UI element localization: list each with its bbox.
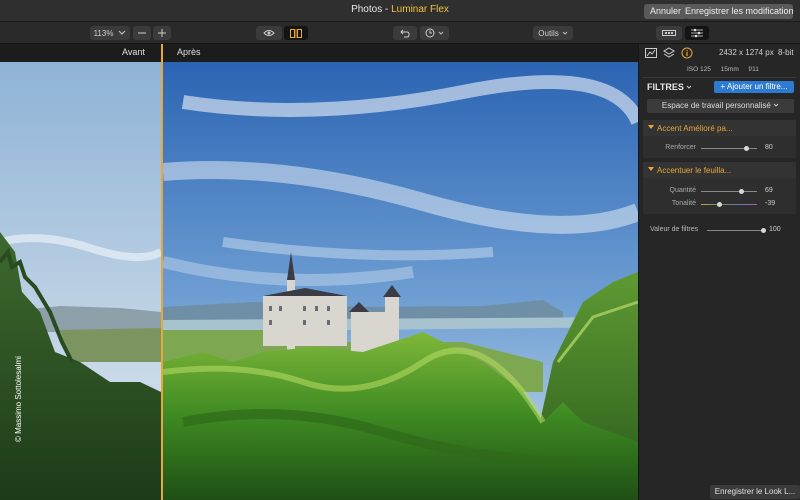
chevron-down-icon [773, 103, 779, 107]
clock-icon [425, 28, 435, 38]
slider-label: Renforcer [665, 144, 696, 151]
undo-icon [400, 29, 410, 37]
exif-focal-length: 15mm [720, 66, 739, 73]
chevron-down-icon [438, 31, 444, 35]
chevron-down-icon [687, 85, 692, 89]
filmstrip-icon [662, 30, 676, 36]
save-changes-button[interactable]: Enregistrer les modifications [685, 4, 793, 19]
exif-info: ISO 125 15mm f/11 [687, 66, 767, 73]
split-compare-icon [290, 28, 302, 38]
save-look-button[interactable]: Enregistrer le Look L... [710, 485, 800, 499]
collapse-triangle-icon[interactable] [648, 125, 654, 129]
history-dropdown[interactable] [420, 26, 449, 40]
slider-knob[interactable] [739, 189, 745, 194]
slider-label: Tonalité [671, 200, 696, 207]
after-image [163, 62, 638, 500]
histogram-icon[interactable] [645, 47, 657, 59]
tools-dropdown[interactable]: Outils [533, 26, 573, 40]
slider-boost[interactable]: Renforcer 80 [643, 144, 796, 154]
preview-toggle-button[interactable] [256, 26, 282, 40]
split-divider-handle[interactable] [161, 44, 163, 500]
photo-view: © Massimo Sottolesalmi [0, 62, 638, 500]
slider-knob[interactable] [744, 146, 750, 151]
slider-label: Valeur de filtres [650, 226, 699, 233]
cancel-button[interactable]: Annuler [644, 4, 688, 19]
before-label: Avant [122, 47, 145, 57]
info-icon[interactable] [681, 47, 693, 59]
divider [643, 77, 796, 78]
app-name: Luminar Flex [391, 4, 449, 15]
zoom-out-button[interactable] [133, 26, 151, 40]
zoom-value: 113% [93, 28, 114, 38]
slider-knob[interactable] [716, 202, 722, 207]
before-photo [0, 62, 161, 500]
tools-label: Outils [538, 28, 559, 38]
plus-icon [158, 29, 166, 37]
workspace-dropdown[interactable]: Espace de travail personnalisé [647, 99, 794, 113]
title-bar: Photos - Luminar Flex Annuler Enregistre… [0, 0, 800, 22]
collapse-triangle-icon[interactable] [648, 167, 654, 171]
exif-iso: ISO 125 [687, 66, 711, 73]
sliders-icon [691, 28, 703, 38]
slider-knob[interactable] [760, 228, 766, 233]
before-image: © Massimo Sottolesalmi [0, 62, 161, 500]
copyright-watermark: © Massimo Sottolesalmi [14, 356, 23, 442]
filter-foliage-enhancer: Accentuer le feuilla... Quantité 69 Tona… [643, 162, 796, 214]
adjustments-panel: 2432 x 1274 px 8-bit ISO 125 15mm f/11 F… [638, 44, 800, 500]
image-dimensions: 2432 x 1274 px [719, 48, 774, 57]
window-title-prefix: Photos - [351, 4, 392, 15]
chevron-down-icon [562, 31, 568, 35]
adjustments-panel-button[interactable] [685, 26, 709, 40]
add-filter-button[interactable]: + Ajouter un filtre... [714, 81, 794, 93]
slider-track[interactable] [701, 204, 757, 205]
image-canvas[interactable]: Avant Après © Massimo Sottolesalmi [0, 44, 638, 500]
slider-value[interactable]: 69 [765, 187, 773, 194]
slider-label: Quantité [669, 187, 696, 194]
split-view-button[interactable] [284, 26, 308, 40]
slider-amount[interactable]: Quantité 69 [643, 187, 796, 197]
filmstrip-view-button[interactable] [656, 26, 682, 40]
slider-tone[interactable]: Tonalité -39 [643, 200, 796, 210]
eye-icon [263, 30, 275, 36]
filters-title: FILTRES [647, 82, 684, 92]
image-info-row: 2432 x 1274 px 8-bit [639, 44, 800, 62]
filter-title: Accent Amélioré pa... [657, 124, 733, 133]
filters-heading[interactable]: FILTRES [647, 82, 692, 92]
slider-value[interactable]: 100 [769, 226, 781, 233]
chevron-down-icon [119, 30, 126, 35]
slider-track[interactable] [701, 191, 757, 192]
compare-labels: Avant Après [0, 44, 638, 62]
filter-header[interactable]: Accent Amélioré pa... [643, 120, 796, 136]
layers-icon[interactable] [663, 47, 675, 59]
exif-aperture: f/11 [748, 66, 759, 73]
zoom-dropdown[interactable]: 113% [90, 26, 130, 40]
filter-title: Accentuer le feuilla... [657, 166, 732, 175]
workspace-label: Espace de travail personnalisé [661, 101, 771, 110]
minus-icon [138, 32, 146, 34]
toolbar: 113% Outils [0, 22, 800, 44]
after-photo [163, 62, 638, 500]
filter-accent-ai: Accent Amélioré pa... Renforcer 80 [643, 120, 796, 158]
zoom-in-button[interactable] [153, 26, 171, 40]
filters-amount-slider[interactable]: Valeur de filtres 100 [639, 224, 800, 236]
after-label: Après [177, 47, 201, 57]
slider-track[interactable] [707, 230, 763, 231]
slider-value[interactable]: 80 [765, 144, 773, 151]
undo-button[interactable] [393, 26, 417, 40]
filter-header[interactable]: Accentuer le feuilla... [643, 162, 796, 178]
slider-value[interactable]: -39 [765, 200, 775, 207]
bit-depth: 8-bit [778, 48, 794, 57]
